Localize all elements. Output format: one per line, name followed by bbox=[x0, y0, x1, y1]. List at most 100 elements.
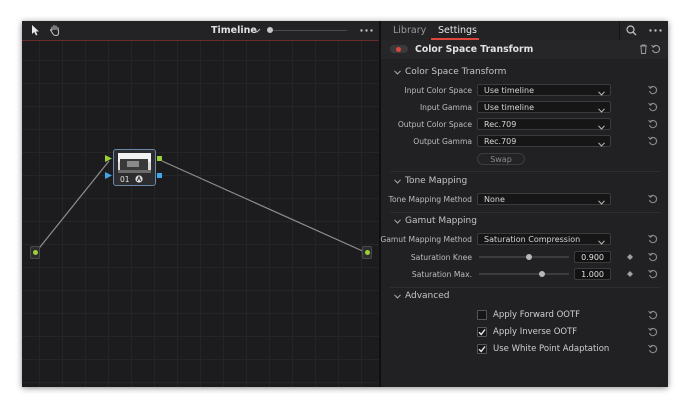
node-rgb-output-port[interactable] bbox=[157, 156, 162, 161]
saturation-knee-field[interactable]: 0.900 bbox=[574, 251, 611, 263]
section-divider bbox=[390, 212, 660, 213]
apply-forward-ootf-label[interactable]: Apply Forward OOTF bbox=[493, 310, 580, 320]
section-collapse-icon[interactable] bbox=[394, 70, 401, 75]
reset-icon[interactable] bbox=[648, 194, 658, 204]
node-connections bbox=[35, 160, 368, 254]
chevron-down-icon bbox=[598, 139, 605, 151]
chevron-down-icon bbox=[598, 105, 605, 117]
node-thumbnail bbox=[118, 153, 151, 173]
apply-inverse-ootf-checkbox[interactable] bbox=[477, 327, 487, 337]
reset-icon[interactable] bbox=[648, 136, 658, 146]
zoom-slider-track[interactable] bbox=[273, 30, 347, 31]
input-color-space-label: Input Color Space bbox=[404, 86, 472, 95]
apply-inverse-ootf-label[interactable]: Apply Inverse OOTF bbox=[493, 327, 577, 337]
hand-tool-icon[interactable] bbox=[49, 24, 61, 36]
timeline-title[interactable]: Timeline bbox=[211, 25, 257, 36]
reset-icon[interactable] bbox=[648, 234, 658, 244]
use-white-point-adaptation-checkbox[interactable] bbox=[477, 344, 487, 354]
effect-header: Color Space Transform bbox=[381, 40, 668, 59]
checkmark-icon bbox=[478, 329, 486, 336]
output-gamma-dropdown[interactable]: Rec.709 bbox=[477, 135, 611, 147]
dropdown-value: None bbox=[484, 195, 505, 204]
dropdown-value: Rec.709 bbox=[484, 120, 517, 129]
saturation-max-field[interactable]: 1.000 bbox=[574, 268, 611, 280]
section-collapse-icon[interactable] bbox=[394, 219, 401, 224]
saturation-knee-slider-handle[interactable] bbox=[525, 254, 532, 260]
section-title-advanced[interactable]: Advanced bbox=[405, 291, 449, 301]
node-editor: Timeline 01 bbox=[22, 21, 379, 387]
input-gamma-dropdown[interactable]: Use timeline bbox=[477, 101, 611, 113]
output-color-space-label: Output Color Space bbox=[397, 120, 472, 129]
saturation-max-slider[interactable] bbox=[479, 273, 569, 275]
dropdown-value: Use timeline bbox=[484, 103, 534, 112]
keyframe-diamond-icon[interactable] bbox=[627, 271, 633, 277]
reset-icon[interactable] bbox=[648, 269, 658, 279]
node-key-input-port[interactable] bbox=[105, 172, 112, 179]
reset-icon[interactable] bbox=[648, 310, 658, 320]
section-title-cst[interactable]: Color Space Transform bbox=[405, 67, 506, 77]
node-key-output-port[interactable] bbox=[157, 173, 162, 178]
reset-icon[interactable] bbox=[648, 344, 658, 354]
use-white-point-adaptation-label[interactable]: Use White Point Adaptation bbox=[493, 344, 609, 354]
section-collapse-icon[interactable] bbox=[394, 294, 401, 299]
output-node[interactable] bbox=[362, 246, 372, 259]
input-gamma-label: Input Gamma bbox=[419, 103, 472, 112]
chevron-down-icon[interactable] bbox=[253, 28, 261, 33]
input-color-space-dropdown[interactable]: Use timeline bbox=[477, 84, 611, 96]
app-window: Timeline 01 Library Settings Color Space… bbox=[22, 21, 668, 387]
chevron-down-icon bbox=[598, 122, 605, 134]
saturation-max-slider-handle[interactable] bbox=[539, 271, 545, 277]
reset-icon[interactable] bbox=[648, 85, 658, 95]
apply-forward-ootf-checkbox[interactable] bbox=[477, 310, 487, 320]
reset-icon[interactable] bbox=[648, 327, 658, 337]
dropdown-value: Use timeline bbox=[484, 86, 534, 95]
tone-mapping-method-label: Tone Mapping Method bbox=[388, 195, 472, 204]
more-options-icon[interactable] bbox=[360, 29, 373, 32]
node-canvas[interactable]: 01 bbox=[22, 41, 379, 387]
effect-enable-toggle[interactable] bbox=[390, 45, 408, 53]
source-output-port[interactable] bbox=[33, 250, 38, 255]
saturation-max-label: Saturation Max. bbox=[411, 270, 472, 279]
section-title-gamut[interactable]: Gamut Mapping bbox=[405, 216, 477, 226]
effect-title: Color Space Transform bbox=[415, 44, 534, 55]
tab-bar-separator bbox=[619, 21, 620, 40]
keyframe-diamond-icon[interactable] bbox=[627, 254, 633, 260]
tab-library[interactable]: Library bbox=[393, 25, 426, 36]
pointer-tool-icon[interactable] bbox=[31, 25, 40, 36]
chevron-down-icon bbox=[598, 237, 605, 249]
output-color-space-dropdown[interactable]: Rec.709 bbox=[477, 118, 611, 130]
node-01[interactable]: 01 bbox=[113, 149, 156, 186]
gamut-mapping-method-label: Gamut Mapping Method bbox=[380, 235, 472, 244]
output-input-port[interactable] bbox=[365, 250, 370, 255]
chevron-down-icon bbox=[598, 197, 605, 209]
saturation-knee-slider[interactable] bbox=[479, 256, 569, 258]
section-title-tone[interactable]: Tone Mapping bbox=[405, 176, 467, 186]
search-icon[interactable] bbox=[626, 25, 637, 36]
gamut-mapping-method-dropdown[interactable]: Saturation Compression bbox=[477, 233, 611, 245]
tone-mapping-method-dropdown[interactable]: None bbox=[477, 193, 611, 205]
dropdown-value: Rec.709 bbox=[484, 137, 517, 146]
reset-icon[interactable] bbox=[648, 102, 658, 112]
dropdown-value: Saturation Compression bbox=[484, 235, 581, 244]
output-gamma-label: Output Gamma bbox=[413, 137, 472, 146]
reset-icon[interactable] bbox=[648, 252, 658, 262]
reset-icon[interactable] bbox=[648, 119, 658, 129]
source-node[interactable] bbox=[30, 246, 40, 259]
saturation-knee-label: Saturation Knee bbox=[410, 253, 472, 262]
node-label: 01 bbox=[120, 175, 130, 184]
checkmark-icon bbox=[478, 346, 486, 353]
effect-fx-icon bbox=[135, 175, 143, 183]
node-rgb-input-port[interactable] bbox=[105, 155, 112, 162]
more-options-icon[interactable] bbox=[649, 29, 662, 32]
tab-settings[interactable]: Settings bbox=[438, 25, 477, 36]
settings-panel: Library Settings Color Space Transform C… bbox=[380, 21, 668, 387]
node-editor-toolbar: Timeline bbox=[22, 21, 379, 41]
swap-button[interactable]: Swap bbox=[477, 153, 525, 165]
section-divider bbox=[390, 287, 660, 288]
panel-tab-bar: Library Settings bbox=[381, 21, 668, 40]
section-divider bbox=[390, 171, 660, 172]
reset-effect-icon[interactable] bbox=[651, 44, 661, 54]
trash-icon[interactable] bbox=[639, 44, 648, 54]
section-collapse-icon[interactable] bbox=[394, 179, 401, 184]
chevron-down-icon bbox=[598, 88, 605, 100]
